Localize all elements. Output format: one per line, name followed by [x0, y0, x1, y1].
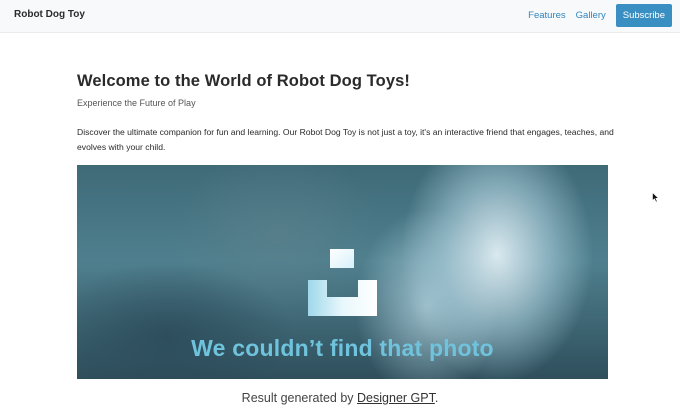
designer-gpt-link[interactable]: Designer GPT — [357, 391, 435, 405]
mouse-cursor-icon — [652, 192, 660, 203]
footer-prefix: Result generated by — [241, 391, 358, 405]
image-placeholder-caption: We couldn’t find that photo — [191, 335, 494, 361]
intro-paragraph: Discover the ultimate companion for fun … — [77, 127, 614, 152]
page-title: Welcome to the World of Robot Dog Toys! — [77, 72, 410, 90]
subscribe-button[interactable]: Subscribe — [615, 4, 672, 27]
navbar: Robot Dog Toy Features Gallery Subscribe — [0, 0, 680, 33]
nav-link-gallery[interactable]: Gallery — [576, 5, 606, 27]
page-subtitle: Experience the Future of Play — [77, 98, 196, 108]
footer: Result generated by Designer GPT. — [0, 391, 680, 405]
nav-link-features[interactable]: Features — [528, 5, 566, 27]
nav-links: Features Gallery Subscribe — [528, 4, 672, 27]
main-content: Welcome to the World of Robot Dog Toys! … — [77, 72, 614, 164]
page: Robot Dog Toy Features Gallery Subscribe… — [0, 0, 680, 409]
brand-link[interactable]: Robot Dog Toy — [14, 9, 85, 20]
image-placeholder: We couldn’t find that photo — [77, 165, 608, 379]
footer-suffix: . — [434, 391, 439, 405]
